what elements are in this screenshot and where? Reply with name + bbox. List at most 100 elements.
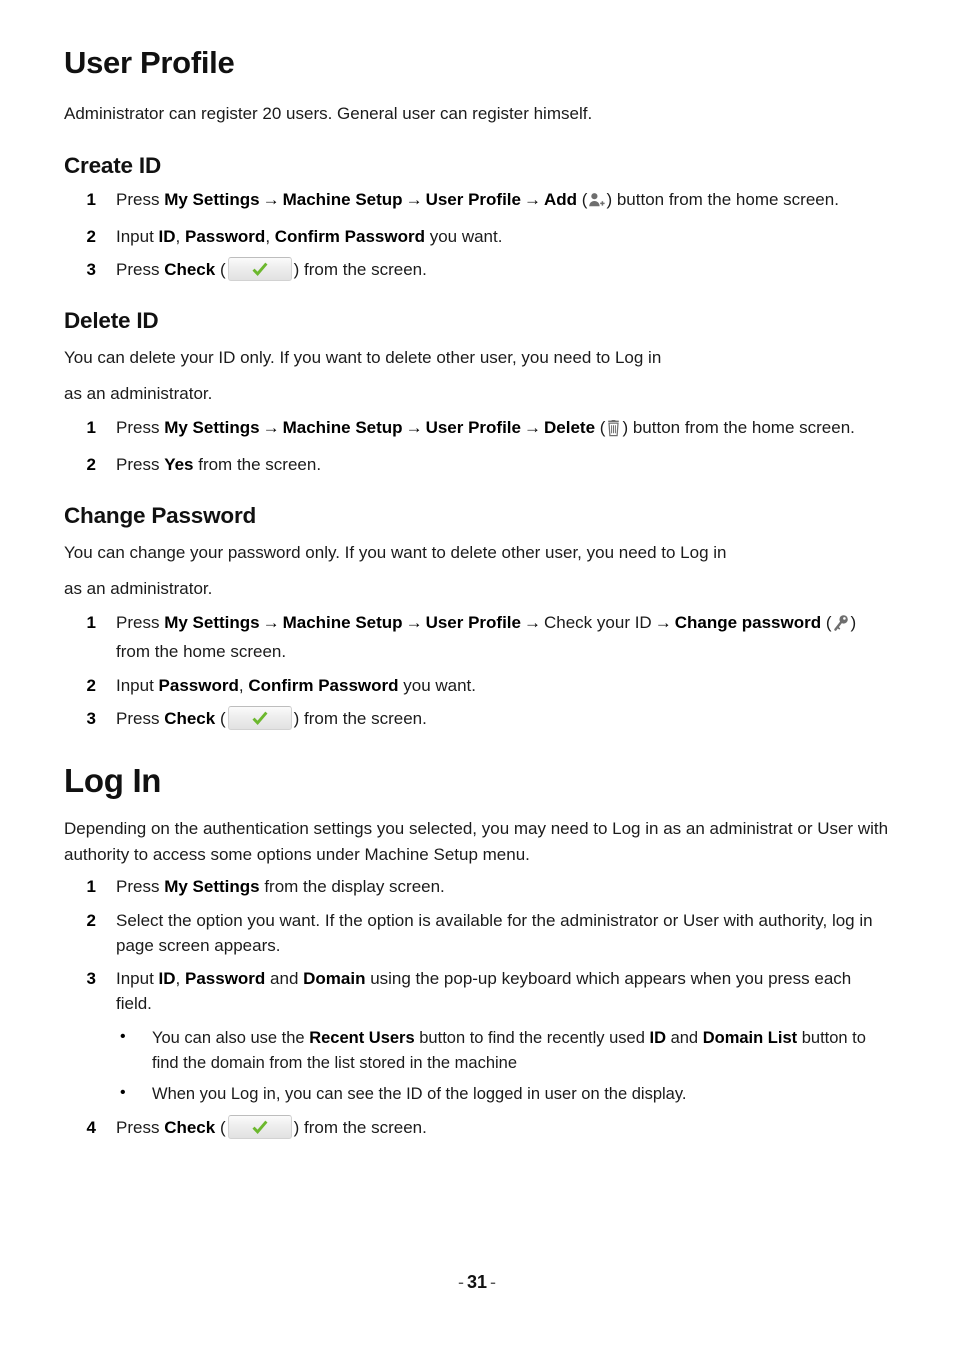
log-in-steps: 1 Press My Settings from the display scre… <box>64 874 890 1139</box>
field-id: ID <box>158 227 176 247</box>
field-password: Password <box>185 968 266 988</box>
delete-id-intro-line1: You can delete your ID only. If you want… <box>64 348 662 368</box>
bullet-text-mid2: and <box>666 1029 703 1048</box>
step-item: 3 Press Check () from the screen. <box>64 257 890 282</box>
step-number: 3 <box>86 968 96 988</box>
menu-machine-setup: Machine Setup <box>282 613 403 633</box>
instruction-check-your-id: Check your ID <box>544 613 652 633</box>
step-number: 2 <box>86 227 96 247</box>
menu-machine-setup: Machine Setup <box>282 418 403 438</box>
separator: , <box>265 227 275 247</box>
delete-id-intro-line2: as an administrator. <box>64 383 213 403</box>
key-icon <box>833 614 850 639</box>
step-text-post: from the home screen. <box>116 642 287 662</box>
bullet-icon: • <box>120 1028 126 1046</box>
step-text-pre: Press <box>116 455 165 475</box>
step-item: 1 Press My Settings → Machine Setup → User Pr… <box>64 610 890 664</box>
bullet-text-mid: button to find the recently used <box>414 1029 650 1048</box>
separator: , <box>175 227 185 247</box>
field-id: ID <box>649 1029 667 1048</box>
menu-user-profile: User Profile <box>425 613 521 633</box>
check-button-icon <box>227 705 292 730</box>
section-heading-create-id: Create ID <box>64 153 161 179</box>
field-domain: Domain <box>303 968 366 988</box>
arrow-icon: → <box>654 613 672 633</box>
field-confirm-password: Confirm Password <box>248 675 399 695</box>
paren-open: ( <box>581 189 588 209</box>
bullet-text-pre: You can also use the <box>152 1029 310 1048</box>
step-number: 4 <box>86 1117 96 1137</box>
step-text-pre: Press <box>116 708 165 728</box>
menu-check: Check <box>164 708 216 728</box>
button-recent-users: Recent Users <box>309 1029 415 1048</box>
arrow-icon: → <box>524 189 541 209</box>
field-id: ID <box>158 968 176 988</box>
step-text-pre: Input <box>116 227 159 247</box>
list-item: • When you Log in, you can see the ID of … <box>116 1082 890 1107</box>
field-confirm-password: Confirm Password <box>274 227 425 247</box>
menu-my-settings: My Settings <box>164 189 260 209</box>
page-number: 31 <box>466 1272 488 1292</box>
separator: , <box>238 675 249 695</box>
field-password: Password <box>185 227 266 247</box>
step-item: 2 Input ID, Password, Confirm Password yo… <box>64 224 890 249</box>
step-text-post: button from the home screen. <box>628 418 855 438</box>
arrow-icon: → <box>262 418 280 438</box>
arrow-icon: → <box>262 613 280 633</box>
page-title-log-in: Log In <box>64 761 162 799</box>
step-item: 1 Press My Settings → Machine Setup → User Pr… <box>64 187 890 216</box>
step-text: Select the option you want. If the optio… <box>116 910 873 955</box>
menu-add: Add <box>544 189 578 209</box>
field-password: Password <box>158 675 239 695</box>
arrow-icon: → <box>524 418 541 438</box>
bullet-icon: • <box>120 1083 126 1101</box>
step-number: 2 <box>86 675 96 695</box>
step-text-pre: Press <box>116 877 165 897</box>
step-text-pre: Press <box>116 260 165 280</box>
step-text-post: button from the home screen. <box>612 189 839 209</box>
step-text-post: you want. <box>398 675 477 695</box>
menu-delete: Delete <box>544 418 596 438</box>
step-item: 1 Press My Settings → Machine Setup → User Pr… <box>64 415 890 444</box>
step-text-pre: Press <box>116 1117 165 1137</box>
arrow-icon: → <box>524 613 541 633</box>
paren-open: ( <box>219 708 226 728</box>
step-item: 4 Press Check () from the screen. <box>64 1114 890 1140</box>
arrow-icon: → <box>405 189 423 209</box>
step-text-post: you want. <box>424 227 503 247</box>
step-text-pre: Input <box>116 675 159 695</box>
chapter-intro: Administrator can register 20 users. Gen… <box>64 103 593 123</box>
add-user-icon <box>588 191 606 216</box>
arrow-icon: → <box>405 418 423 438</box>
page-footer: -31- <box>0 1272 954 1293</box>
separator: and <box>265 968 304 988</box>
step-text-post: from the screen. <box>299 260 427 280</box>
menu-check: Check <box>164 260 216 280</box>
step-number: 2 <box>86 910 96 930</box>
menu-machine-setup: Machine Setup <box>282 189 403 209</box>
page-title: User Profile <box>64 45 235 80</box>
bullet-text: When you Log in, you can see the ID of t… <box>152 1084 687 1103</box>
log-in-note-list: • You can also use the Recent Users butto… <box>116 1026 890 1106</box>
menu-my-settings: My Settings <box>164 418 260 438</box>
change-password-steps: 1 Press My Settings → Machine Setup → User Pr… <box>64 610 890 731</box>
menu-my-settings: My Settings <box>164 877 260 897</box>
step-text-post: from the screen. <box>299 708 427 728</box>
create-id-steps: 1 Press My Settings → Machine Setup → User Pr… <box>64 187 890 282</box>
paren-open: ( <box>219 1117 226 1137</box>
step-item: 1 Press My Settings from the display scre… <box>64 874 890 899</box>
check-button-icon <box>227 1114 292 1139</box>
step-number: 1 <box>86 613 96 633</box>
step-number: 1 <box>86 877 96 897</box>
menu-yes: Yes <box>164 455 194 475</box>
paren-open: ( <box>599 418 606 438</box>
menu-change-password: Change password <box>674 613 822 633</box>
delete-id-steps: 1 Press My Settings → Machine Setup → User Pr… <box>64 415 890 477</box>
footer-dash-right: - <box>490 1272 497 1292</box>
step-text-post: from the screen. <box>299 1117 427 1137</box>
menu-user-profile: User Profile <box>425 418 521 438</box>
step-item: 3 Input ID, Password and Domain using the… <box>64 966 890 1107</box>
separator: , <box>175 968 185 988</box>
step-text-pre: Input <box>116 968 159 988</box>
log-in-intro: Depending on the authentication settings… <box>64 818 889 865</box>
